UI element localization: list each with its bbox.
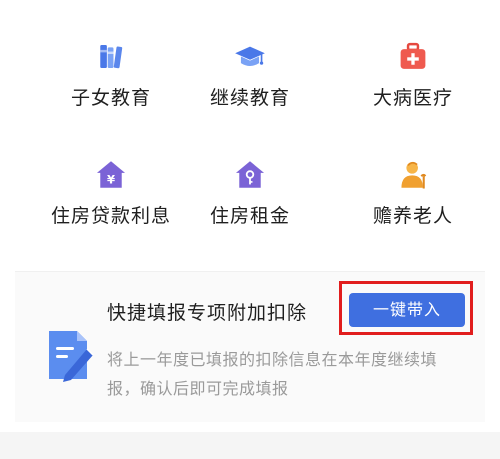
- document-pen-icon: [49, 331, 94, 382]
- category-serious-illness-medical[interactable]: 大病医疗: [330, 0, 496, 110]
- books-icon: [100, 44, 123, 69]
- bottom-divider-band: [0, 432, 500, 459]
- category-housing-rent[interactable]: 住房租金: [167, 118, 333, 228]
- category-continuing-education[interactable]: 继续教育: [167, 0, 333, 110]
- category-label: 大病医疗: [372, 87, 453, 109]
- house-yuan-icon: ¥: [96, 161, 126, 188]
- category-label: 住房贷款利息: [50, 205, 171, 227]
- one-key-import-button[interactable]: 一键带入: [349, 293, 465, 327]
- category-label: 住房租金: [209, 205, 290, 227]
- category-elderly-support[interactable]: 赡养老人: [330, 118, 496, 228]
- category-label: 赡养老人: [372, 205, 453, 227]
- elderly-person-icon: [401, 161, 427, 189]
- medical-kit-icon: [400, 42, 426, 69]
- house-key-icon: [235, 161, 265, 188]
- category-label: 子女教育: [70, 87, 151, 109]
- category-label: 继续教育: [209, 87, 290, 109]
- special-deduction-page: 子女教育 继续教育 大病医疗 ¥ 住房贷款利息 住房租金 赡养老人 快捷填报专项…: [0, 0, 500, 459]
- graduation-cap-icon: [235, 46, 265, 66]
- quick-fill-description: 将上一年度已填报的扣除信息在本年度继续填报，确认后即可完成填报: [107, 350, 438, 398]
- svg-text:¥: ¥: [107, 173, 115, 187]
- quick-fill-title: 快捷填报专项附加扣除: [107, 302, 308, 324]
- deduction-category-grid: 子女教育 继续教育 大病医疗 ¥ 住房贷款利息 住房租金 赡养老人: [0, 0, 500, 262]
